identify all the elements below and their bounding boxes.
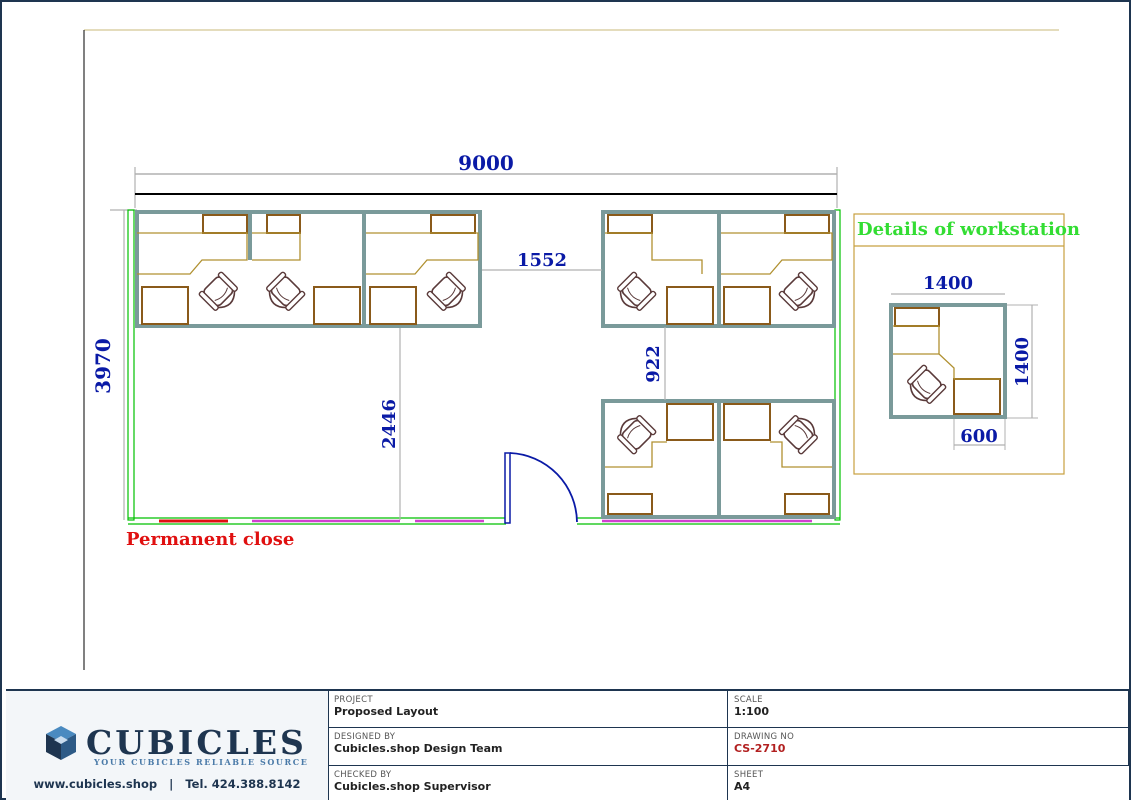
floor-plan-drawing: 9000 3970 1552 922 2446 Permanent close … xyxy=(2,2,1131,692)
detail-width-label: 1400 xyxy=(923,273,973,294)
desk xyxy=(141,286,189,325)
entry-door xyxy=(504,452,578,524)
sheet-frame: 9000 3970 1552 922 2446 Permanent close … xyxy=(0,0,1131,800)
dim-9000-label: 9000 xyxy=(458,151,514,175)
designed-value: Cubicles.shop Design Team xyxy=(334,742,503,755)
designed-cell: DESIGNED BY Cubicles.shop Design Team xyxy=(328,728,728,766)
desk xyxy=(313,286,361,325)
dimension-gap-vertical: 922 xyxy=(643,327,666,400)
checked-value: Cubicles.shop Supervisor xyxy=(334,780,491,793)
dim-922-label: 922 xyxy=(643,345,664,383)
desk xyxy=(784,214,830,234)
detail-desk-label: 600 xyxy=(960,426,998,447)
dimension-aisle: 2446 xyxy=(379,328,401,520)
dim-2446-label: 2446 xyxy=(379,399,400,449)
designed-label: DESIGNED BY xyxy=(334,732,396,742)
dim-3970-label: 3970 xyxy=(91,338,115,394)
scale-value: 1:100 xyxy=(734,705,770,718)
floor-plan-svg: 9000 3970 1552 922 2446 Permanent close … xyxy=(83,29,1080,670)
phone-number: Tel. 424.388.8142 xyxy=(185,777,301,791)
desk xyxy=(723,286,771,325)
detail-depth-label: 1400 xyxy=(1012,337,1033,387)
desk xyxy=(607,493,653,515)
sheet-cell: SHEET A4 xyxy=(728,766,1129,800)
desk xyxy=(666,286,714,325)
drawing-no-value: CS-2710 xyxy=(734,742,786,755)
contact-separator: | xyxy=(169,777,174,791)
contact-line: www.cubicles.shop | Tel. 424.388.8142 xyxy=(6,777,328,791)
drawing-no-cell: DRAWING NO CS-2710 xyxy=(728,728,1129,766)
drawing-no-label: DRAWING NO xyxy=(734,732,795,742)
scale-cell: SCALE 1:100 xyxy=(728,691,1129,728)
cube-logo-icon xyxy=(46,726,76,760)
dimension-overall-width: 9000 xyxy=(134,151,838,208)
dimension-gap-top: 1552 xyxy=(482,250,602,271)
scale-label: SCALE xyxy=(734,695,763,705)
permanent-close-note: Permanent close xyxy=(126,529,294,550)
sheet-label: SHEET xyxy=(734,770,764,780)
logo-wordmark: CUBICLES xyxy=(86,723,307,762)
desk xyxy=(723,403,771,441)
dimension-overall-depth: 3970 xyxy=(91,209,137,520)
checked-label: CHECKED BY xyxy=(334,770,392,780)
project-cell: PROJECT Proposed Layout xyxy=(328,691,728,728)
sheet-value: A4 xyxy=(734,780,751,793)
desk xyxy=(430,214,476,234)
dim-1552-label: 1552 xyxy=(517,250,567,271)
workstations xyxy=(135,210,836,519)
desk xyxy=(666,403,714,441)
title-block: CUBICLES YOUR CUBICLES RELIABLE SOURCE w… xyxy=(6,689,1129,800)
detail-title: Details of workstation xyxy=(857,219,1080,240)
desk xyxy=(953,378,1001,415)
desk xyxy=(369,286,417,325)
desk xyxy=(784,493,830,515)
workstation-detail: Details of workstation 1400 1400 600 xyxy=(853,213,1080,475)
desk xyxy=(607,214,653,234)
desk xyxy=(202,214,248,234)
project-value: Proposed Layout xyxy=(334,705,439,718)
checked-cell: CHECKED BY Cubicles.shop Supervisor xyxy=(328,766,728,800)
logo-tagline: YOUR CUBICLES RELIABLE SOURCE xyxy=(94,757,309,767)
desk xyxy=(894,307,940,327)
project-label: PROJECT xyxy=(334,695,373,705)
desk xyxy=(266,214,301,234)
logo-panel: CUBICLES YOUR CUBICLES RELIABLE SOURCE w… xyxy=(6,691,329,800)
website-link[interactable]: www.cubicles.shop xyxy=(33,777,157,791)
